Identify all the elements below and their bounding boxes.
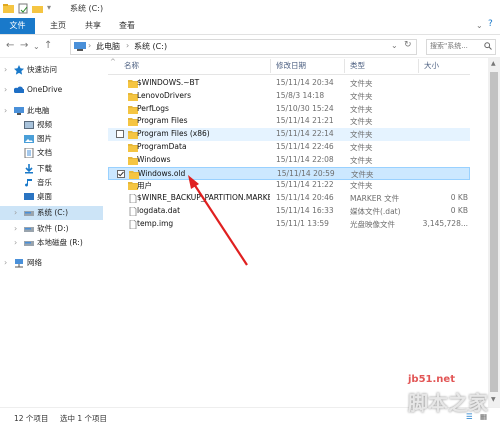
item-count: 12 个项目 xyxy=(14,414,49,423)
annotation-arrow xyxy=(188,175,248,266)
watermark-url: jb51.net xyxy=(408,374,455,385)
watermark-text: 脚本之家 xyxy=(408,391,488,415)
selected-count: 选中 1 个项目 xyxy=(60,414,108,423)
explorer-window: ▾ 系统 (C:) 文件 主页 共享 查看 ⌄ ? ← → ⌄ ↑ › 此电脑 … xyxy=(0,0,500,429)
